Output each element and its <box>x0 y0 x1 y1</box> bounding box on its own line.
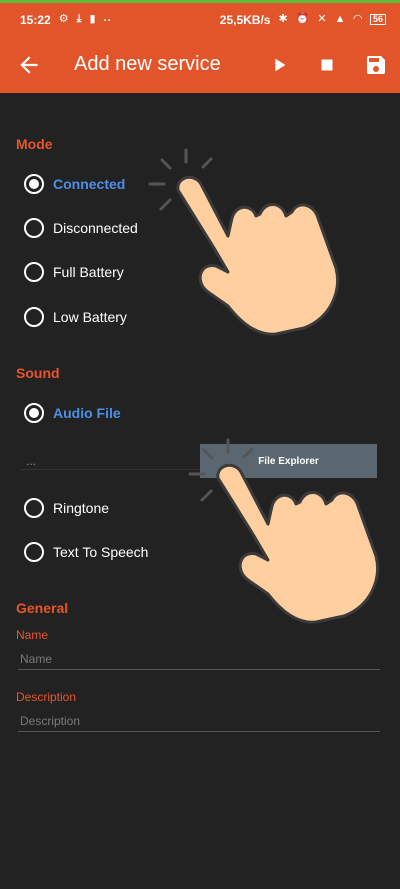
status-left: 15:22 ⚙ ⤓ ▮ ·· <box>20 13 112 27</box>
status-bar: 15:22 ⚙ ⤓ ▮ ·· 25,5KB/s ✱ ⏰ ✕ ▲ ◠ 56 <box>0 0 400 36</box>
sound-option-label: Ringtone <box>53 500 110 516</box>
gear-icon: ⚙ <box>58 13 69 25</box>
tap-hand-icon <box>148 148 339 336</box>
mute-icon: ✕ <box>317 13 327 25</box>
bluetooth-icon: ✱ <box>278 13 288 25</box>
sound-option-ringtone[interactable]: Ringtone <box>24 493 109 523</box>
mode-option-label: Connected <box>53 176 126 192</box>
radio-unchecked[interactable] <box>24 498 44 518</box>
mode-option-connected[interactable]: Connected <box>24 169 125 199</box>
stop-icon[interactable] <box>316 54 338 76</box>
mode-option-label: Low Battery <box>53 309 127 325</box>
radio-checked[interactable] <box>24 174 44 194</box>
signal-icon: ▲ <box>334 13 346 25</box>
save-icon[interactable] <box>364 53 388 77</box>
mode-option-label: Full Battery <box>53 264 124 280</box>
description-input[interactable] <box>18 710 380 732</box>
general-section-title: General <box>16 600 69 616</box>
name-label: Name <box>16 628 49 642</box>
mode-option-full-battery[interactable]: Full Battery <box>24 257 124 287</box>
radio-checked[interactable] <box>24 403 44 423</box>
mode-option-label: Disconnected <box>53 220 138 236</box>
mode-option-disconnected[interactable]: Disconnected <box>24 213 138 243</box>
mode-section-title: Mode <box>16 136 53 152</box>
status-right: 25,5KB/s ✱ ⏰ ✕ ▲ ◠ 56 <box>220 13 386 27</box>
description-label: Description <box>16 690 77 704</box>
sound-option-label: Text To Speech <box>53 544 149 560</box>
battery-saver-icon: ▮ <box>89 13 96 25</box>
name-input[interactable] <box>18 648 380 670</box>
mode-option-low-battery[interactable]: Low Battery <box>24 302 127 332</box>
download-icon: ⤓ <box>76 13 82 25</box>
radio-unchecked[interactable] <box>24 542 44 562</box>
radio-unchecked[interactable] <box>24 218 44 238</box>
arrow-left-icon[interactable] <box>16 52 42 78</box>
sound-option-label: Audio File <box>53 405 121 421</box>
page-title: Add new service <box>74 53 221 75</box>
wifi-icon: ◠ <box>353 13 362 25</box>
sound-section-title: Sound <box>16 365 60 381</box>
sound-option-audio-file[interactable]: Audio File <box>24 398 121 428</box>
status-speed: 25,5KB/s <box>219 12 271 27</box>
sound-option-text-to-speech[interactable]: Text To Speech <box>24 537 148 567</box>
battery-icon: 56 <box>369 14 386 25</box>
status-more: ·· <box>103 12 112 27</box>
play-icon[interactable] <box>268 54 290 76</box>
radio-unchecked[interactable] <box>24 307 44 327</box>
file-path-field[interactable]: ... <box>20 448 200 470</box>
radio-unchecked[interactable] <box>24 262 44 282</box>
file-explorer-button[interactable]: File Explorer <box>200 444 377 478</box>
status-time: 15:22 <box>20 12 51 27</box>
alarm-icon: ⏰ <box>295 13 310 25</box>
app-bar: Add new service <box>0 36 400 93</box>
